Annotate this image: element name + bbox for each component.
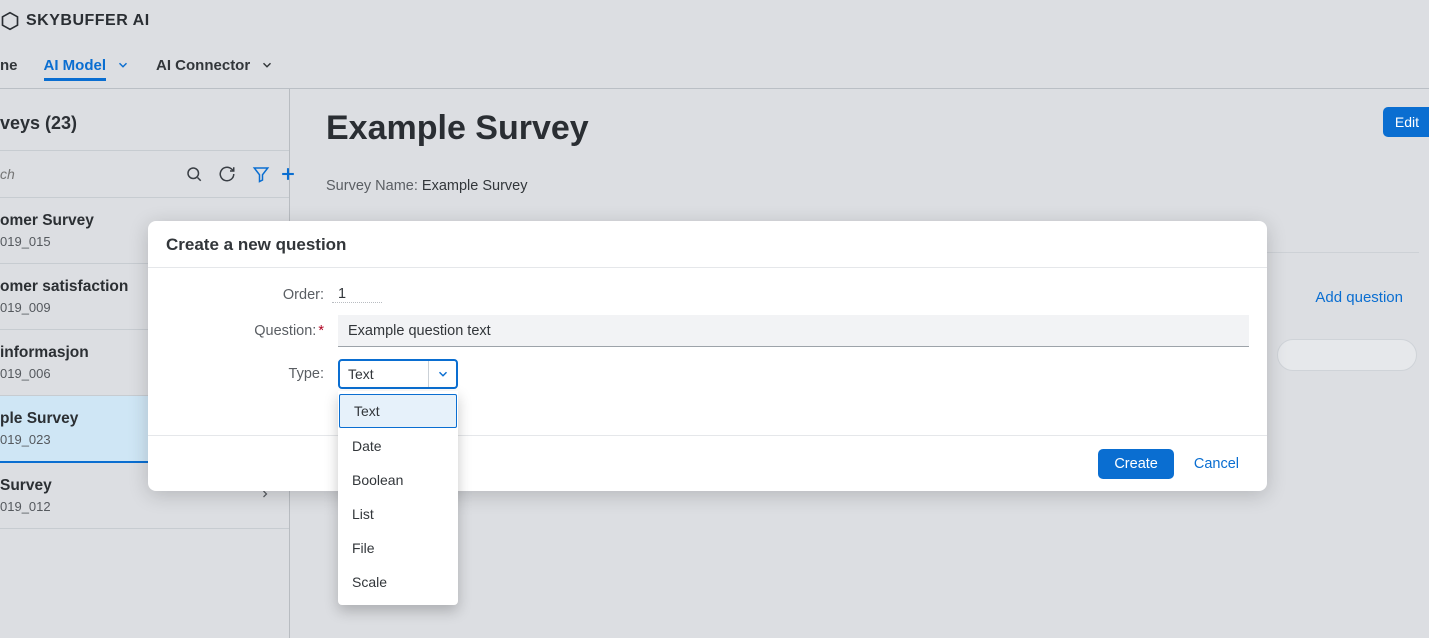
tab-label: ne [0, 57, 18, 74]
tab-label: AI Model [44, 57, 107, 81]
required-marker: * [318, 323, 324, 339]
dialog-body: Order: 1 Question:* Type: Text TextDateB… [148, 268, 1267, 435]
dropdown-item[interactable]: Scale [338, 565, 458, 599]
brand: SKYBUFFER AI [0, 11, 150, 31]
dropdown-item[interactable]: Date [338, 429, 458, 463]
sidebar-title: veys (23) [0, 89, 289, 150]
top-tabs: ne AI Model AI Connector [0, 42, 1429, 88]
search-icon[interactable] [182, 162, 206, 186]
tab-ai-connector[interactable]: AI Connector [156, 42, 274, 88]
type-select-value: Text [340, 366, 428, 382]
list-item-sub: 019_012 [0, 499, 279, 514]
tab-label: AI Connector [156, 57, 250, 74]
create-question-dialog: Create a new question Order: 1 Question:… [148, 221, 1267, 491]
dialog-footer: Create Cancel [148, 435, 1267, 491]
dropdown-item[interactable]: Boolean [338, 463, 458, 497]
dropdown-item[interactable]: List [338, 497, 458, 531]
form-row-question: Question:* [166, 315, 1249, 347]
type-select: Text TextDateBooleanListFileScale [338, 359, 458, 389]
form-row-order: Order: 1 [166, 286, 1249, 303]
question-input[interactable] [338, 315, 1249, 347]
order-value: 1 [332, 286, 382, 303]
brand-logo-icon [0, 11, 20, 31]
survey-name-row: Survey Name: Example Survey [326, 178, 1429, 194]
create-button[interactable]: Create [1098, 449, 1174, 479]
search-input[interactable] [0, 166, 182, 182]
chevron-down-icon [260, 58, 274, 72]
dropdown-item[interactable]: File [338, 531, 458, 565]
question-label: Question:* [166, 323, 332, 339]
brand-text: SKYBUFFER AI [26, 12, 150, 30]
search-box [0, 158, 210, 190]
type-dropdown: TextDateBooleanListFileScale [338, 391, 458, 605]
tab-ai-model[interactable]: AI Model [44, 42, 131, 88]
chevron-down-icon [428, 361, 456, 387]
refresh-icon[interactable] [218, 162, 236, 186]
brand-bar: SKYBUFFER AI [0, 0, 1429, 42]
chevron-down-icon [116, 58, 130, 72]
order-label: Order: [166, 287, 332, 303]
dialog-title: Create a new question [148, 221, 1267, 268]
form-row-type: Type: Text TextDateBooleanListFileScale [166, 359, 1249, 389]
dropdown-item[interactable]: Text [339, 394, 457, 428]
cancel-button[interactable]: Cancel [1194, 456, 1239, 472]
type-select-box[interactable]: Text [338, 359, 458, 389]
survey-name-value: Example Survey [422, 178, 528, 194]
page-title: Example Survey [326, 109, 1429, 148]
add-question-link[interactable]: Add question [1315, 289, 1403, 306]
section-capsule [1277, 339, 1417, 371]
tab-home-truncated[interactable]: ne [0, 42, 18, 88]
survey-name-label: Survey Name: [326, 178, 418, 194]
sidebar-toolbar [0, 150, 289, 198]
filter-icon[interactable] [252, 162, 270, 186]
type-label: Type: [166, 366, 332, 382]
edit-button[interactable]: Edit [1383, 107, 1429, 137]
